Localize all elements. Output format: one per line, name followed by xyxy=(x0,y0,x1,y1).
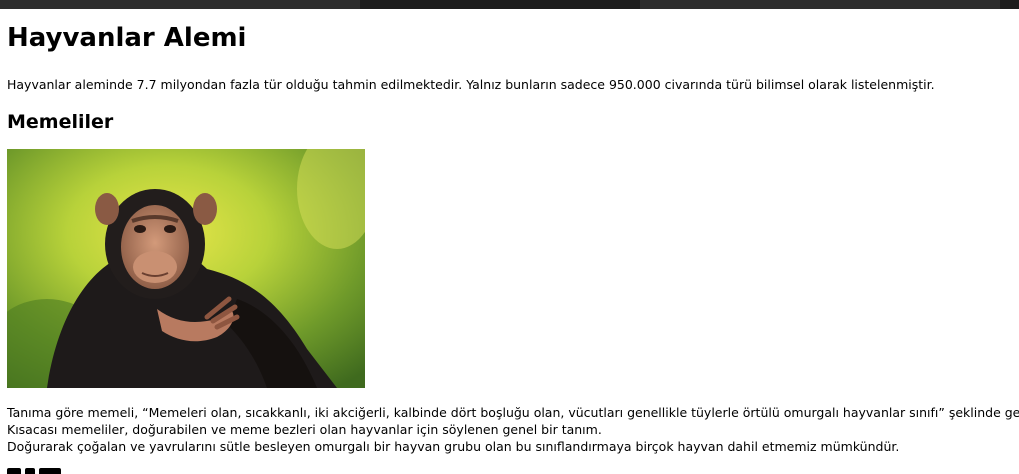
intro-paragraph: Hayvanlar aleminde 7.7 milyondan fazla t… xyxy=(7,77,935,92)
top-bar-segment xyxy=(640,0,1000,9)
mammals-description: Tanıma göre memeli, “Memeleri olan, sıca… xyxy=(7,404,1019,455)
chimpanzee-photo xyxy=(7,149,365,388)
description-line: Kısacası memeliler, doğurabilen ve meme … xyxy=(7,422,602,437)
top-bar-segment xyxy=(0,0,360,9)
description-line: Doğurarak çoğalan ve yavrularını sütle b… xyxy=(7,439,900,454)
page-title: Hayvanlar Alemi xyxy=(7,23,247,53)
browser-top-bar xyxy=(0,0,1019,9)
section-heading-mammals: Memeliler xyxy=(7,111,114,133)
next-heading-partial xyxy=(7,462,67,474)
description-line: Tanıma göre memeli, “Memeleri olan, sıca… xyxy=(7,405,1019,420)
